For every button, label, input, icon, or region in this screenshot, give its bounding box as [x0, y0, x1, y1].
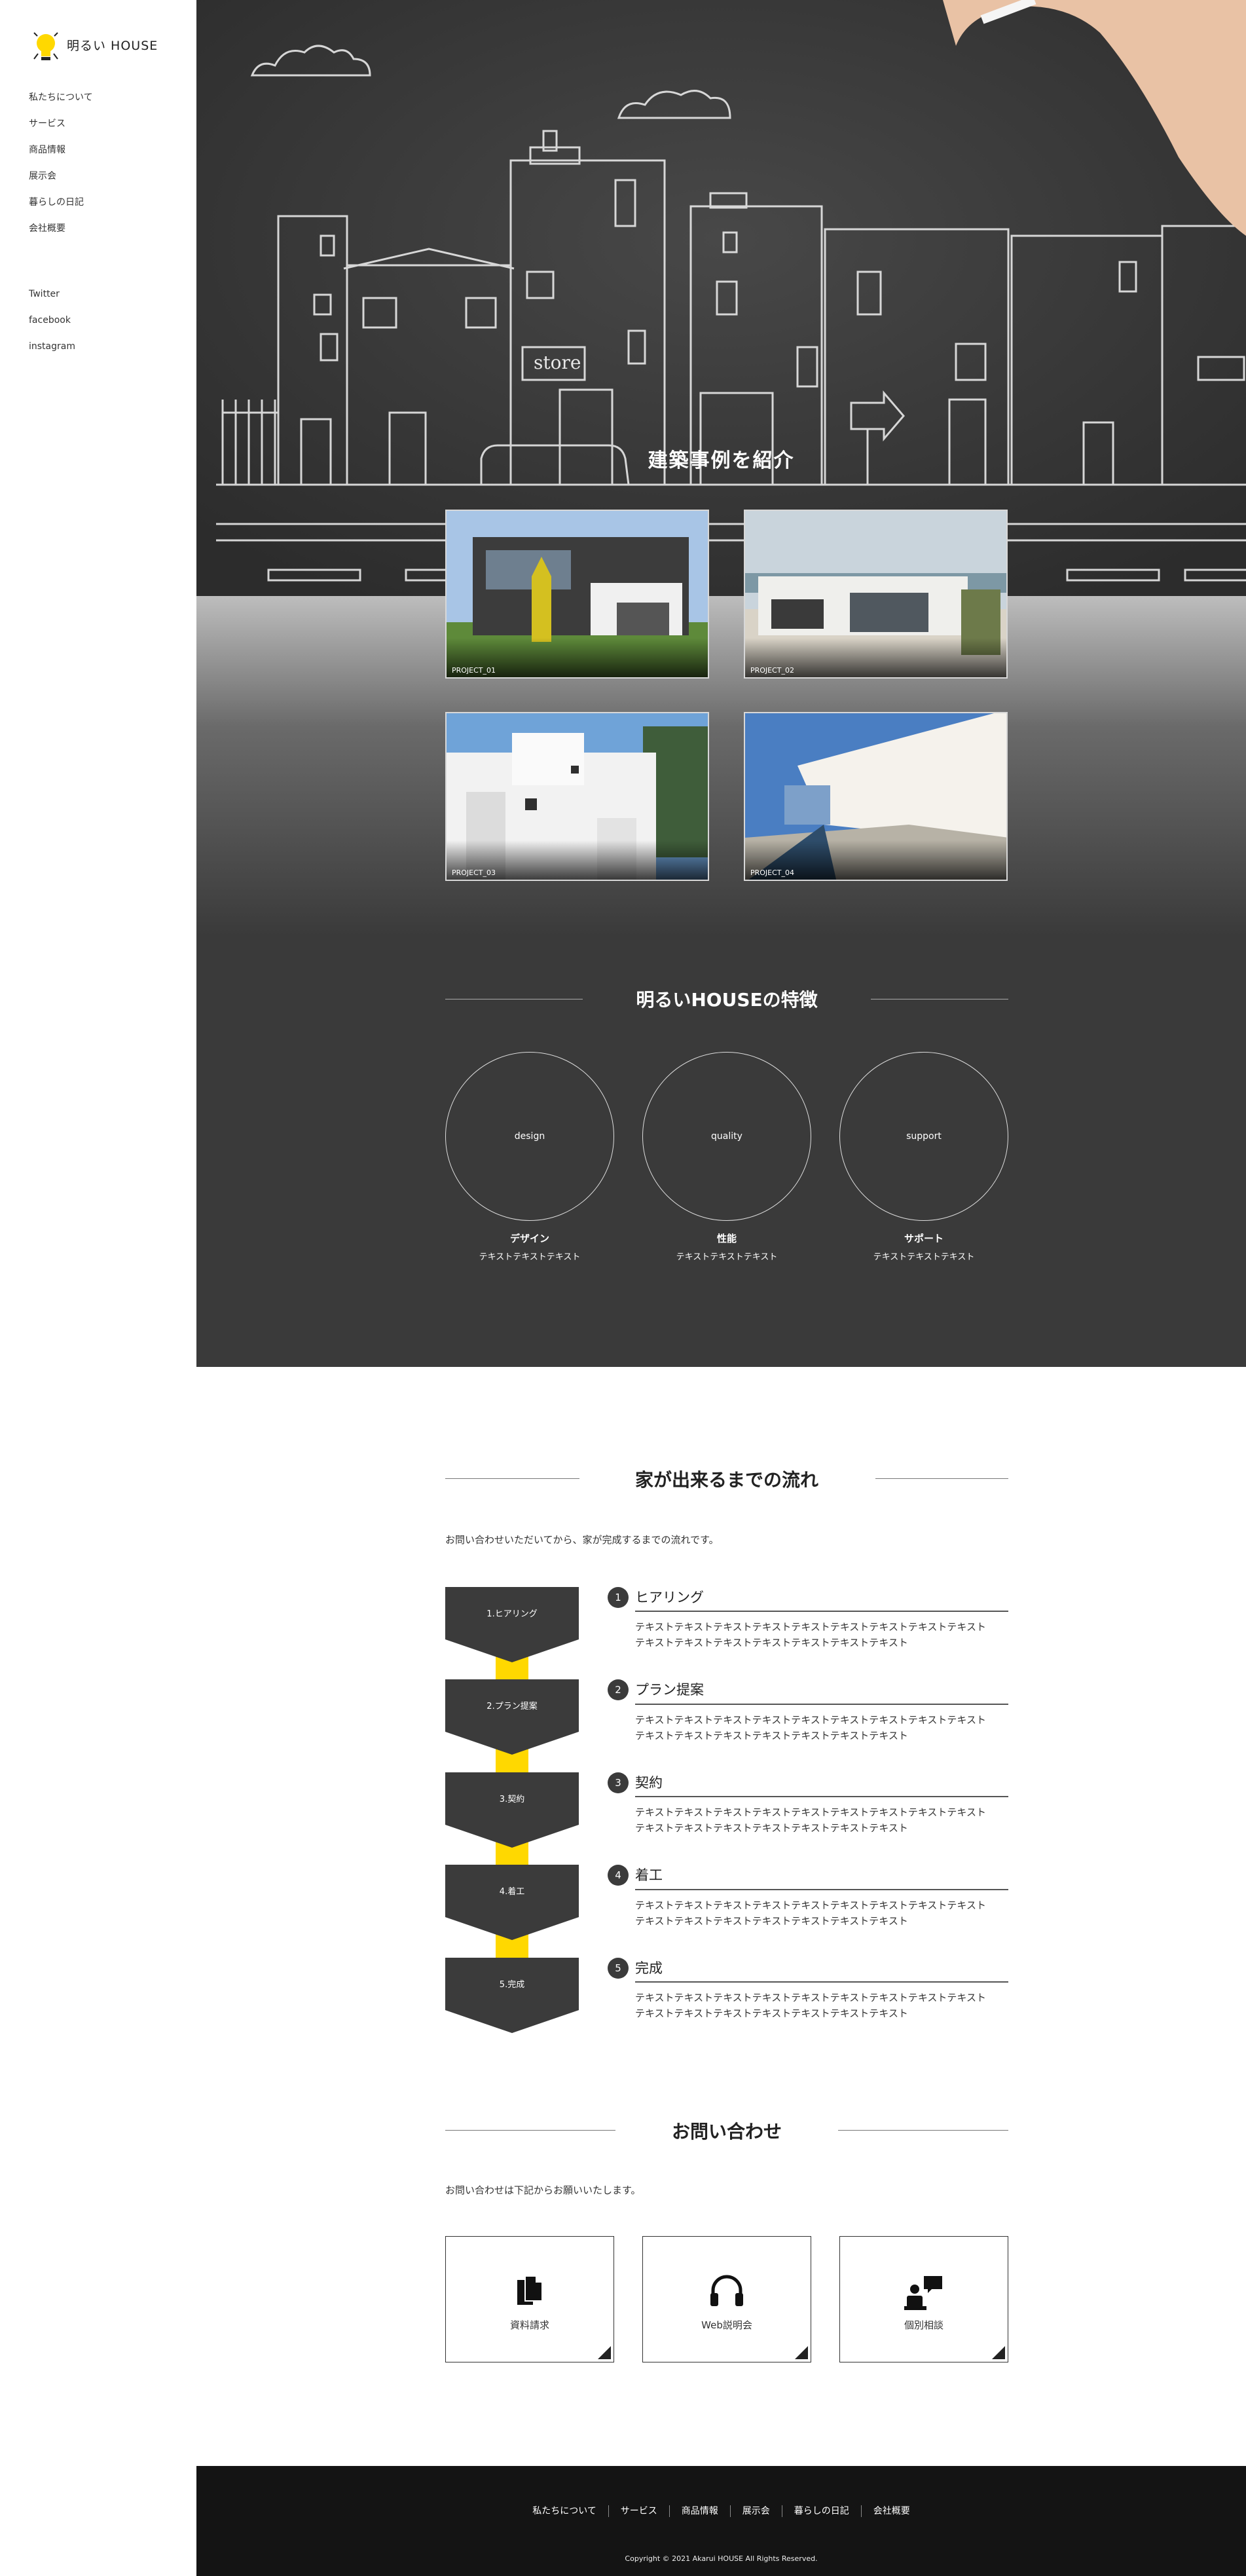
social-link-instagram[interactable]: instagram	[29, 339, 75, 365]
contact-card-label: 資料請求	[509, 2319, 549, 2331]
contact-card-web-seminar[interactable]: Web説明会	[642, 2236, 811, 2362]
step-number-badge: 4	[608, 1865, 629, 1886]
flow-intro: お問い合わせいただいてから、家が完成するまでの流れです。	[445, 1534, 719, 1546]
step-title: 着工	[635, 1867, 663, 1883]
nav-item-company[interactable]: 会社概要	[29, 221, 93, 247]
project-label: PROJECT_04	[750, 868, 795, 877]
nav-item-about[interactable]: 私たちについて	[29, 90, 93, 116]
step-text: テキストテキストテキストテキストテキストテキストテキストテキストテキスト テキスト…	[635, 1992, 986, 2019]
contact-card-consultation[interactable]: 個別相談	[839, 2236, 1008, 2362]
step-text: テキストテキストテキストテキストテキストテキストテキストテキストテキスト テキスト…	[635, 1714, 986, 1742]
feature-name: 性能	[716, 1233, 737, 1244]
social-link-facebook[interactable]: facebook	[29, 312, 75, 339]
project-card[interactable]: PROJECT_03	[445, 712, 709, 881]
contact-title: お問い合わせ	[671, 2121, 782, 2142]
step-number-badge: 5	[608, 1958, 629, 1979]
headset-icon	[710, 2275, 743, 2306]
feature-circle-quality: quality	[642, 1052, 811, 1221]
feature-name: デザイン	[509, 1233, 549, 1244]
project-label: PROJECT_03	[452, 868, 496, 877]
footer-link-exhibition[interactable]: 展示会	[731, 2505, 782, 2517]
nav-item-products[interactable]: 商品情報	[29, 142, 93, 168]
corner-arrow-icon	[795, 2346, 808, 2359]
step-title: プラン提案	[635, 1682, 704, 1698]
nav-item-diary[interactable]: 暮らしの日記	[29, 195, 93, 221]
flow-step-box: 5.完成	[445, 1958, 579, 2033]
step-title: ヒアリング	[635, 1590, 704, 1605]
features-heading: 明るいHOUSEの特徴	[445, 986, 1008, 1012]
nav-item-exhibition[interactable]: 展示会	[29, 168, 93, 195]
footer-nav: 私たちについて サービス 商品情報 展示会 暮らしの日記 会社概要	[196, 2505, 1246, 2517]
feature-name: サポート	[904, 1233, 944, 1244]
works-title: 建築事例を紹介	[648, 449, 795, 472]
corner-arrow-icon	[598, 2346, 611, 2359]
nav-item-service[interactable]: サービス	[29, 116, 93, 142]
social-links: Twitter facebook instagram	[29, 286, 75, 365]
contact-card-document-request[interactable]: 資料請求	[445, 2236, 614, 2362]
feature-desc: テキストテキストテキスト	[676, 1252, 778, 1262]
footer: 私たちについて サービス 商品情報 展示会 暮らしの日記 会社概要 Copyright ©…	[196, 2466, 1246, 2576]
footer-link-products[interactable]: 商品情報	[670, 2505, 731, 2517]
footer-link-service[interactable]: サービス	[609, 2505, 670, 2517]
step-title: 契約	[635, 1775, 663, 1791]
flow-step-box: 2.プラン提案	[445, 1679, 579, 1755]
social-link-twitter[interactable]: Twitter	[29, 286, 75, 312]
chalk-town-illustration: store	[196, 0, 1246, 596]
step-text: テキストテキストテキストテキストテキストテキストテキストテキストテキスト テキスト…	[635, 1806, 986, 1834]
flow-step-box: 4.着工	[445, 1865, 579, 1940]
sidebar: 明るい HOUSE 私たちについて サービス 商品情報 展示会 暮らしの日記 会…	[0, 0, 196, 2576]
contact-intro: お問い合わせは下記からお願いいたします。	[445, 2184, 641, 2196]
step-number-badge: 1	[608, 1587, 629, 1608]
project-label: PROJECT_01	[452, 666, 496, 675]
step-text: テキストテキストテキストテキストテキストテキストテキストテキストテキスト テキスト…	[635, 1621, 986, 1649]
feature-desc: テキストテキストテキスト	[479, 1252, 581, 1262]
copyright: Copyright © 2021 Akarui HOUSE All Rights…	[625, 2554, 818, 2563]
step-number-badge: 2	[608, 1679, 629, 1700]
consultation-icon	[904, 2276, 942, 2310]
brand-name: 明るい HOUSE	[67, 38, 158, 53]
step-number-badge: 3	[608, 1772, 629, 1793]
svg-text:store: store	[534, 352, 581, 373]
contact-card-label: 個別相談	[904, 2319, 944, 2331]
flow-title: 家が出来るまでの流れ	[634, 1469, 818, 1491]
hero-chalkboard: store	[196, 0, 1246, 596]
corner-arrow-icon	[992, 2346, 1005, 2359]
project-card[interactable]: PROJECT_02	[744, 510, 1008, 679]
logo[interactable]: 明るい HOUSE	[29, 26, 158, 63]
features-title: 明るいHOUSEの特徴	[636, 989, 818, 1011]
flow-step-box: 3.契約	[445, 1772, 579, 1848]
main-nav: 私たちについて サービス 商品情報 展示会 暮らしの日記 会社概要	[29, 90, 93, 247]
flow-step-box: 1.ヒアリング	[445, 1587, 579, 1662]
footer-link-diary[interactable]: 暮らしの日記	[782, 2505, 862, 2517]
feature-circle-support: support	[839, 1052, 1008, 1221]
project-card[interactable]: PROJECT_01	[445, 510, 709, 679]
document-icon	[517, 2275, 543, 2305]
project-label: PROJECT_02	[750, 666, 795, 675]
project-card[interactable]: PROJECT_04	[744, 712, 1008, 881]
step-title: 完成	[635, 1960, 663, 1976]
footer-link-company[interactable]: 会社概要	[862, 2505, 922, 2517]
contact-card-label: Web説明会	[701, 2319, 752, 2331]
lightbulb-icon	[33, 32, 58, 60]
feature-circle-design: design	[445, 1052, 614, 1221]
footer-link-about[interactable]: 私たちについて	[521, 2505, 609, 2517]
feature-desc: テキストテキストテキスト	[873, 1252, 975, 1262]
step-text: テキストテキストテキストテキストテキストテキストテキストテキストテキスト テキスト…	[635, 1899, 986, 1927]
